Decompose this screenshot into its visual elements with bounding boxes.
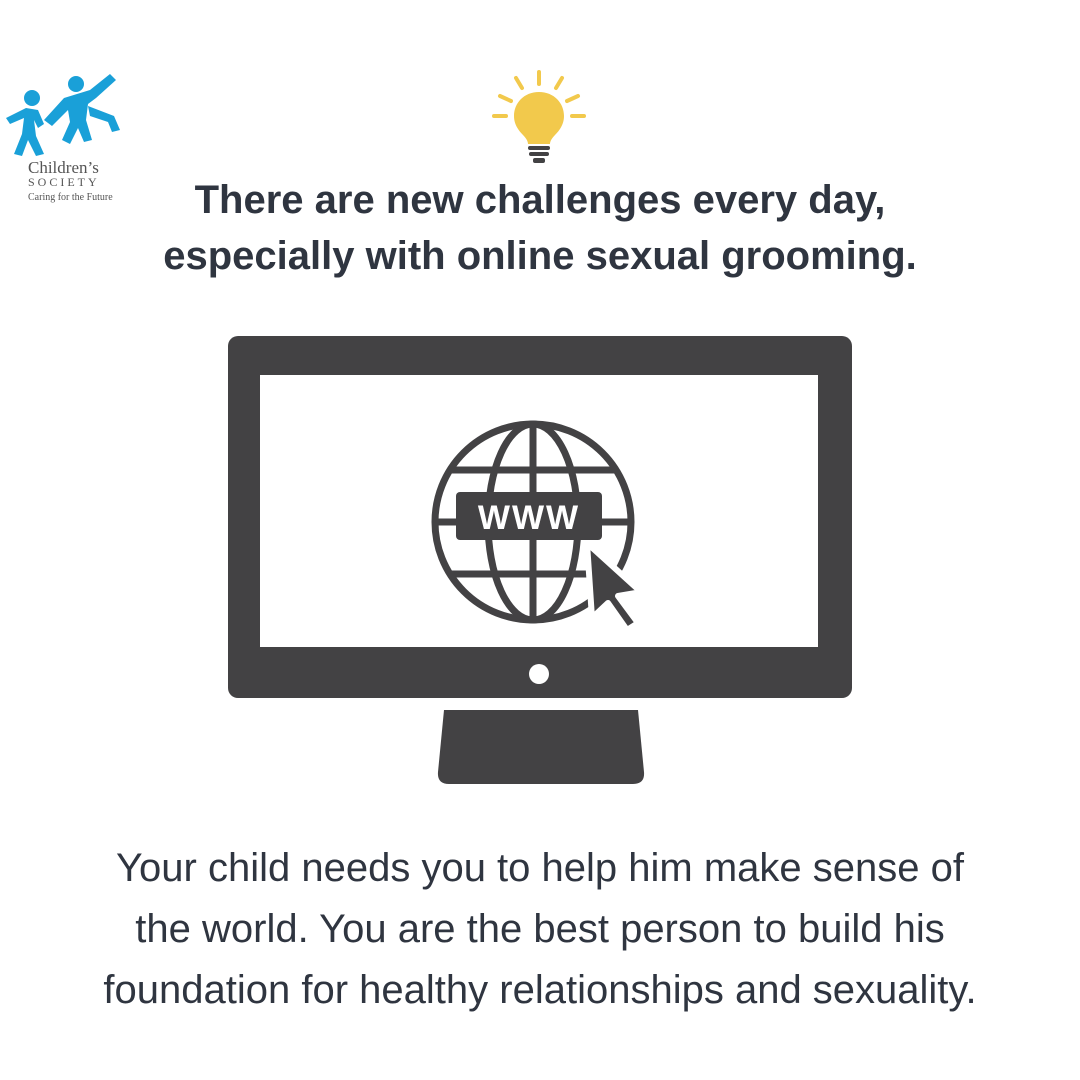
headline: There are new challenges every day, espe… (0, 172, 1080, 284)
lightbulb-icon (492, 70, 586, 163)
body-line-3: foundation for healthy relationships and… (103, 968, 977, 1012)
power-button-icon (529, 664, 549, 684)
body-line-2: the world. You are the best person to bu… (135, 907, 945, 951)
globe-label: WWW (478, 499, 580, 537)
body-line-1: Your child needs you to help him make se… (116, 846, 964, 890)
body-text: Your child needs you to help him make se… (0, 838, 1080, 1021)
children-figures-logo-icon (6, 74, 120, 156)
headline-line-2: especially with online sexual grooming. (163, 234, 917, 278)
headline-line-1: There are new challenges every day, (194, 178, 886, 222)
monitor-icon: WWW (228, 336, 852, 784)
monitor-stand (437, 710, 645, 784)
